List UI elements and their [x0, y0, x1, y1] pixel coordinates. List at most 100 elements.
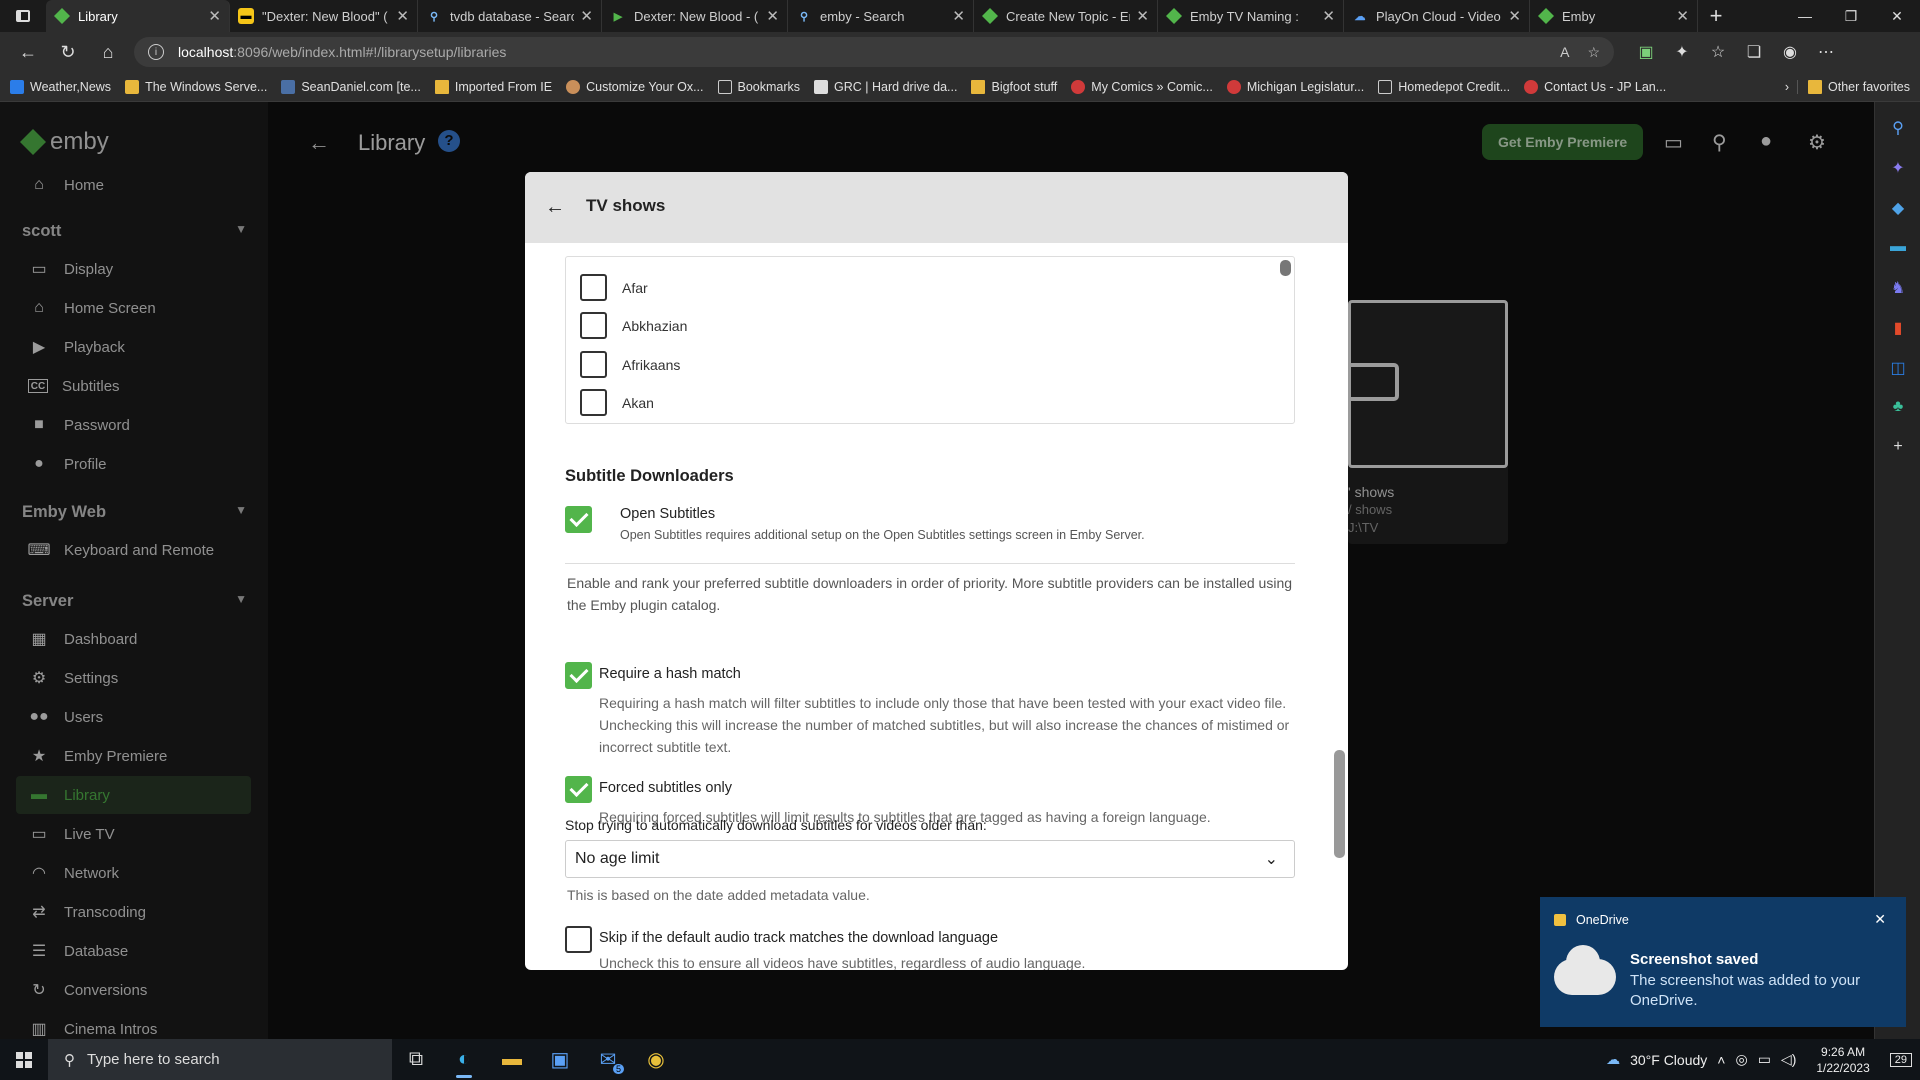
close-window-icon[interactable]: ✕ — [1874, 8, 1920, 25]
close-tab-icon[interactable]: ✕ — [1676, 7, 1689, 25]
clock[interactable]: 9:26 AM 1/22/2023 — [1816, 1044, 1869, 1076]
more-menu-icon[interactable]: ⋯ — [1808, 42, 1844, 62]
dialog-scrollbar[interactable] — [1334, 750, 1345, 858]
skip-audio-match-checkbox[interactable] — [565, 926, 592, 953]
bookmark-item[interactable]: Bookmarks — [717, 79, 800, 94]
onedrive-notification[interactable]: OneDrive ✕ Screenshot saved The screensh… — [1540, 897, 1906, 1027]
extension-icon[interactable]: ▣ — [1628, 42, 1664, 62]
bookmark-item[interactable]: The Windows Serve... — [125, 79, 267, 94]
weather-text[interactable]: 30°F Cloudy — [1630, 1052, 1707, 1068]
tab-playon[interactable]: ☁ PlayOn Cloud - Video ✕ — [1344, 0, 1530, 32]
tab-dexter[interactable]: ▶ Dexter: New Blood - ( ✕ — [602, 0, 788, 32]
dialog-back-arrow-icon[interactable]: ← — [545, 196, 565, 219]
add-favorite-icon[interactable]: ☆ — [1587, 44, 1600, 61]
extensions-puzzle-icon[interactable]: ✦ — [1664, 42, 1700, 62]
tab-dexter-imdb[interactable]: ▬ "Dexter: New Blood" ( ✕ — [230, 0, 418, 32]
forced-subtitles-checkbox[interactable] — [565, 776, 592, 803]
games-icon[interactable]: ♞ — [1888, 278, 1908, 298]
require-hash-match-checkbox[interactable] — [565, 662, 592, 689]
refresh-icon[interactable]: ↻ — [48, 42, 88, 63]
notification-center-icon[interactable]: 29 — [1889, 1052, 1912, 1067]
open-subtitles-checkbox[interactable] — [565, 506, 592, 533]
site-info-icon[interactable]: i — [148, 44, 164, 60]
other-favorites[interactable]: Other favorites — [1797, 79, 1910, 94]
bookmark-item[interactable]: Weather,News — [10, 79, 111, 94]
close-tab-icon[interactable]: ✕ — [1322, 7, 1335, 25]
store-icon[interactable]: ▣ — [536, 1039, 584, 1080]
emby-icon — [54, 8, 70, 24]
tab-emby[interactable]: Emby ✕ — [1530, 0, 1698, 32]
tab-emby-search[interactable]: ⚲ emby - Search ✕ — [788, 0, 974, 32]
sparkle-icon[interactable]: ✦ — [1888, 158, 1908, 178]
downloader-open-subtitles[interactable]: Open Subtitles Open Subtitles requires a… — [565, 506, 1295, 564]
chrome-icon[interactable]: ◉ — [632, 1039, 680, 1080]
close-tab-icon[interactable]: ✕ — [1136, 7, 1149, 25]
minimize-icon[interactable]: — — [1782, 8, 1828, 25]
tab-actions-menu-icon[interactable] — [0, 0, 46, 32]
task-view-icon[interactable]: ⧉ — [392, 1039, 440, 1080]
network-icon[interactable]: ▭ — [1758, 1051, 1771, 1068]
collections-icon[interactable]: ❏ — [1736, 42, 1772, 62]
bookmark-item[interactable]: Michigan Legislatur... — [1226, 79, 1364, 94]
age-limit-select[interactable]: No age limit ⌄ — [565, 840, 1295, 878]
close-tab-icon[interactable]: ✕ — [766, 7, 779, 25]
bookmark-item[interactable]: Customize Your Ox... — [566, 79, 704, 94]
tab-title: Emby — [1562, 8, 1596, 24]
outlook-icon[interactable]: ◫ — [1888, 358, 1908, 378]
checkbox[interactable] — [580, 274, 607, 301]
tab-title: PlayOn Cloud - Video — [1376, 8, 1501, 24]
chevron-right-icon[interactable]: › — [1785, 80, 1789, 94]
new-tab-button[interactable]: + — [1698, 3, 1734, 29]
bookmark-item[interactable]: Homedepot Credit... — [1378, 79, 1510, 94]
taskbar-search-box[interactable]: ⚲ Type here to search — [48, 1039, 392, 1080]
bookmark-item[interactable]: GRC | Hard drive da... — [814, 79, 957, 94]
tab-title: emby - Search — [820, 8, 905, 24]
tab-create-topic[interactable]: Create New Topic - Em ✕ — [974, 0, 1158, 32]
restore-icon[interactable]: ❐ — [1828, 8, 1874, 25]
close-tab-icon[interactable]: ✕ — [208, 7, 221, 25]
edge-icon[interactable]: ◐ — [440, 1039, 488, 1080]
close-tab-icon[interactable]: ✕ — [396, 7, 409, 25]
language-list-scrollbar[interactable] — [1280, 260, 1291, 276]
bookmark-item[interactable]: SeanDaniel.com [te... — [281, 79, 421, 94]
profile-avatar-icon[interactable]: ◉ — [1772, 42, 1808, 62]
url-path: :8096/web/index.html#!/librarysetup/libr… — [233, 44, 507, 60]
office-icon[interactable]: ▮ — [1888, 318, 1908, 338]
tab-library[interactable]: Library ✕ — [46, 0, 230, 32]
close-tab-icon[interactable]: ✕ — [580, 7, 593, 25]
tab-tvdb-search[interactable]: ⚲ tvdb database - Search ✕ — [418, 0, 602, 32]
language-option-akan[interactable]: Akan — [580, 389, 654, 416]
tag-icon[interactable]: ◆ — [1888, 198, 1908, 218]
tree-icon[interactable]: ♣ — [1888, 398, 1908, 418]
briefcase-icon[interactable]: ▬ — [1888, 238, 1908, 258]
windows-taskbar: ⚲ Type here to search ⧉ ◐ ▬ ▣ ✉ 5 ◉ ☁ 30°F… — [0, 1039, 1920, 1080]
add-icon[interactable]: + — [1888, 438, 1908, 458]
bookmark-folder[interactable]: Bigfoot stuff — [971, 79, 1057, 94]
read-aloud-icon[interactable]: A — [1560, 44, 1569, 61]
volume-icon[interactable]: ◁) — [1781, 1051, 1796, 1068]
close-tab-icon[interactable]: ✕ — [952, 7, 965, 25]
close-notification-icon[interactable]: ✕ — [1874, 911, 1886, 928]
tab-emby-tv-naming[interactable]: Emby TV Naming : ✕ — [1158, 0, 1344, 32]
home-icon[interactable]: ⌂ — [88, 42, 128, 63]
bookmark-folder[interactable]: Imported From IE — [434, 79, 552, 94]
checkbox[interactable] — [580, 389, 607, 416]
mail-icon[interactable]: ✉ 5 — [584, 1039, 632, 1080]
cloud-icon — [1554, 945, 1616, 995]
back-icon[interactable]: ← — [8, 42, 48, 63]
bookmark-item[interactable]: Contact Us - JP Lan... — [1524, 79, 1666, 94]
favorites-icon[interactable]: ☆ — [1700, 42, 1736, 62]
checkbox[interactable] — [580, 312, 607, 339]
start-button[interactable] — [0, 1051, 48, 1068]
language-option-abkhazian[interactable]: Abkhazian — [580, 312, 687, 339]
webcam-icon[interactable]: ◎ — [1735, 1051, 1747, 1068]
search-icon[interactable]: ⚲ — [1888, 118, 1908, 138]
checkbox[interactable] — [580, 351, 607, 378]
chevron-up-icon[interactable]: ˄ — [1717, 1052, 1725, 1068]
bookmark-item[interactable]: My Comics » Comic... — [1071, 79, 1213, 94]
language-option-afrikaans[interactable]: Afrikaans — [580, 351, 680, 378]
close-tab-icon[interactable]: ✕ — [1508, 7, 1521, 25]
file-explorer-icon[interactable]: ▬ — [488, 1039, 536, 1080]
url-field[interactable]: i localhost:8096/web/index.html#!/librar… — [134, 37, 1614, 67]
language-option-afar[interactable]: Afar — [580, 274, 648, 301]
